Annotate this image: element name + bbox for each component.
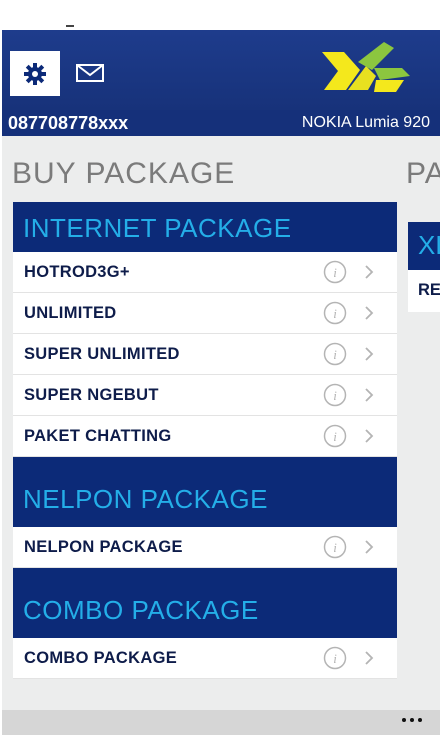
chevron-right-icon: [365, 540, 374, 554]
info-icon[interactable]: i: [323, 301, 347, 325]
svg-text:i: i: [333, 540, 337, 555]
next-item-label: RE: [418, 281, 440, 299]
info-icon[interactable]: i: [323, 260, 347, 284]
chevron-right-icon: [365, 306, 374, 320]
next-section-title: XL: [418, 230, 440, 260]
section-header-nelpon: NELPON PACKAGE: [13, 457, 397, 527]
svg-text:i: i: [333, 347, 337, 362]
item-label: PAKET CHATTING: [24, 427, 172, 445]
svg-text:i: i: [333, 651, 337, 666]
info-icon[interactable]: i: [323, 535, 347, 559]
item-label: UNLIMITED: [24, 304, 117, 322]
list-item[interactable]: NELPON PACKAGE i: [13, 527, 397, 568]
info-icon[interactable]: i: [323, 383, 347, 407]
list-item[interactable]: SUPER UNLIMITED i: [13, 334, 397, 375]
device-name: NOKIA Lumia 920: [301, 114, 430, 131]
svg-text:i: i: [333, 429, 337, 444]
app-bar: [2, 710, 440, 735]
gear-icon: [24, 62, 46, 85]
svg-text:i: i: [333, 306, 337, 321]
item-label: COMBO PACKAGE: [24, 649, 178, 667]
package-list: INTERNET PACKAGE HOTROD3G+ i UNLIMITED i…: [13, 202, 397, 679]
chevron-right-icon: [365, 429, 374, 443]
info-icon[interactable]: i: [323, 342, 347, 366]
list-item[interactable]: SUPER NGEBUT i: [13, 375, 397, 416]
next-section-header: XL: [408, 222, 440, 270]
section-header-internet: INTERNET PACKAGE: [13, 202, 397, 252]
settings-button[interactable]: [10, 51, 60, 96]
account-bar: 087708778xxx NOKIA Lumia 920: [2, 110, 440, 136]
svg-text:i: i: [333, 265, 337, 280]
status-bar-dash: [66, 25, 74, 27]
chevron-right-icon: [365, 651, 374, 665]
next-pivot-title[interactable]: PA: [406, 156, 440, 192]
xl-logo: [322, 42, 410, 92]
chevron-right-icon: [365, 388, 374, 402]
section-title: COMBO PACKAGE: [23, 595, 259, 625]
list-item[interactable]: PAKET CHATTING i: [13, 416, 397, 457]
item-label: SUPER UNLIMITED: [24, 345, 180, 363]
section-header-combo: COMBO PACKAGE: [13, 568, 397, 638]
page-title: BUY PACKAGE: [12, 157, 236, 190]
section-title: INTERNET PACKAGE: [23, 213, 292, 243]
item-label: HOTROD3G+: [24, 263, 130, 281]
list-item[interactable]: HOTROD3G+ i: [13, 252, 397, 293]
info-icon[interactable]: i: [323, 646, 347, 670]
chevron-right-icon: [365, 265, 374, 279]
more-dots-icon[interactable]: [402, 718, 422, 722]
app-header: [2, 30, 440, 110]
mail-button[interactable]: [72, 60, 108, 86]
item-label: SUPER NGEBUT: [24, 386, 159, 404]
svg-text:i: i: [333, 388, 337, 403]
next-list-item[interactable]: RE: [408, 270, 440, 312]
list-item[interactable]: COMBO PACKAGE i: [13, 638, 397, 679]
phone-number: 087708778xxx: [8, 113, 129, 133]
chevron-right-icon: [365, 347, 374, 361]
mail-icon: [76, 64, 104, 82]
list-item[interactable]: UNLIMITED i: [13, 293, 397, 334]
app-frame: 087708778xxx NOKIA Lumia 920 BUY PACKAGE…: [2, 30, 440, 735]
section-title: NELPON PACKAGE: [23, 484, 268, 514]
item-label: NELPON PACKAGE: [24, 538, 183, 556]
info-icon[interactable]: i: [323, 424, 347, 448]
